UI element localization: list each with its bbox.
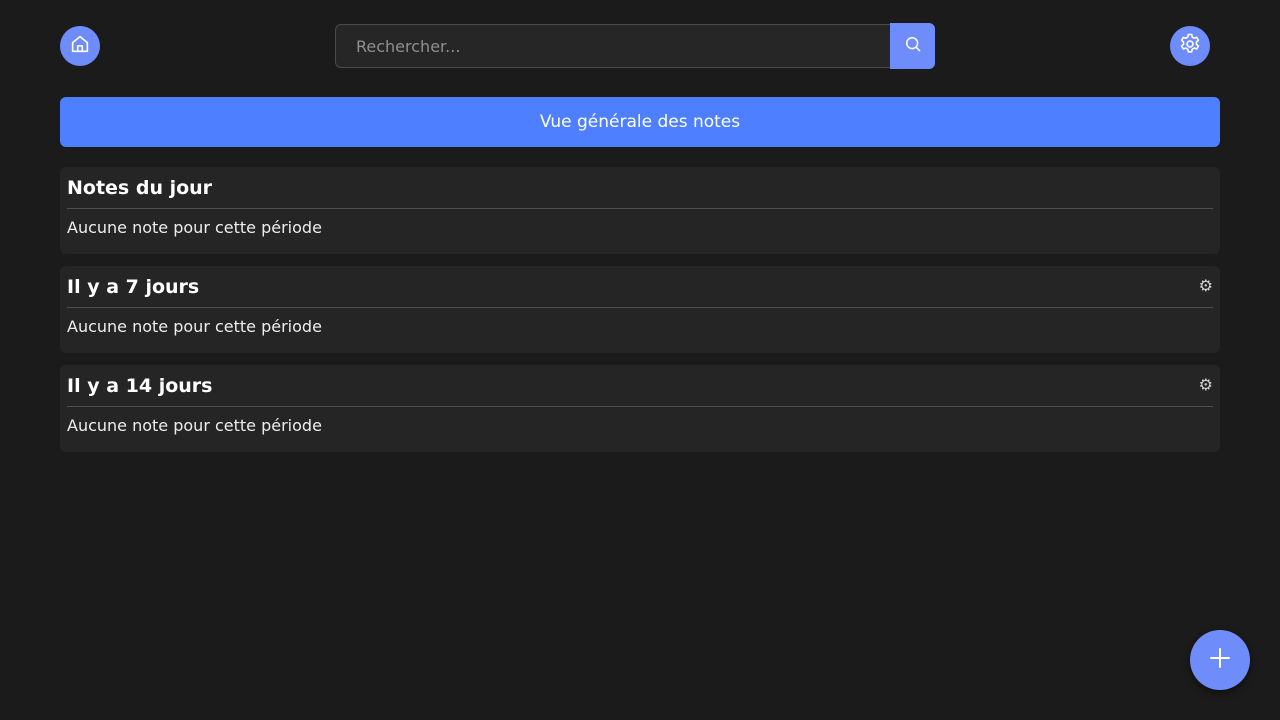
home-button[interactable] <box>60 26 100 66</box>
settings-button[interactable] <box>1170 26 1210 66</box>
gear-icon <box>1178 32 1202 60</box>
search-icon <box>903 34 923 58</box>
section-title: Notes du jour <box>67 177 213 199</box>
section-title: Il y a 7 jours <box>67 276 200 298</box>
home-icon <box>69 33 91 59</box>
section-header: Il y a 7 jours ⚙ <box>67 266 1213 308</box>
search-input[interactable] <box>335 24 890 68</box>
empty-message: Aucune note pour cette période <box>67 416 322 435</box>
section-header: Notes du jour <box>67 167 1213 209</box>
empty-message: Aucune note pour cette période <box>67 317 322 336</box>
add-note-button[interactable] <box>1190 630 1250 690</box>
overview-button-label: Vue générale des notes <box>539 112 741 132</box>
section-7-days: Il y a 7 jours ⚙ Aucune note pour cette … <box>60 266 1220 353</box>
empty-message: Aucune note pour cette période <box>67 218 322 237</box>
section-header: Il y a 14 jours ⚙ <box>67 365 1213 407</box>
top-bar <box>0 0 1280 92</box>
section-today: Notes du jour Aucune note pour cette pér… <box>60 167 1220 254</box>
search-button[interactable] <box>890 23 935 69</box>
section-settings-gear-icon[interactable]: ⚙ <box>1199 377 1213 393</box>
section-title: Il y a 14 jours <box>67 375 213 397</box>
section-14-days: Il y a 14 jours ⚙ Aucune note pour cette… <box>60 365 1220 452</box>
plus-icon <box>1208 646 1232 674</box>
section-settings-gear-icon[interactable]: ⚙ <box>1199 278 1213 294</box>
overview-button[interactable]: Vue générale des notes <box>60 97 1220 147</box>
search-bar <box>335 23 935 69</box>
